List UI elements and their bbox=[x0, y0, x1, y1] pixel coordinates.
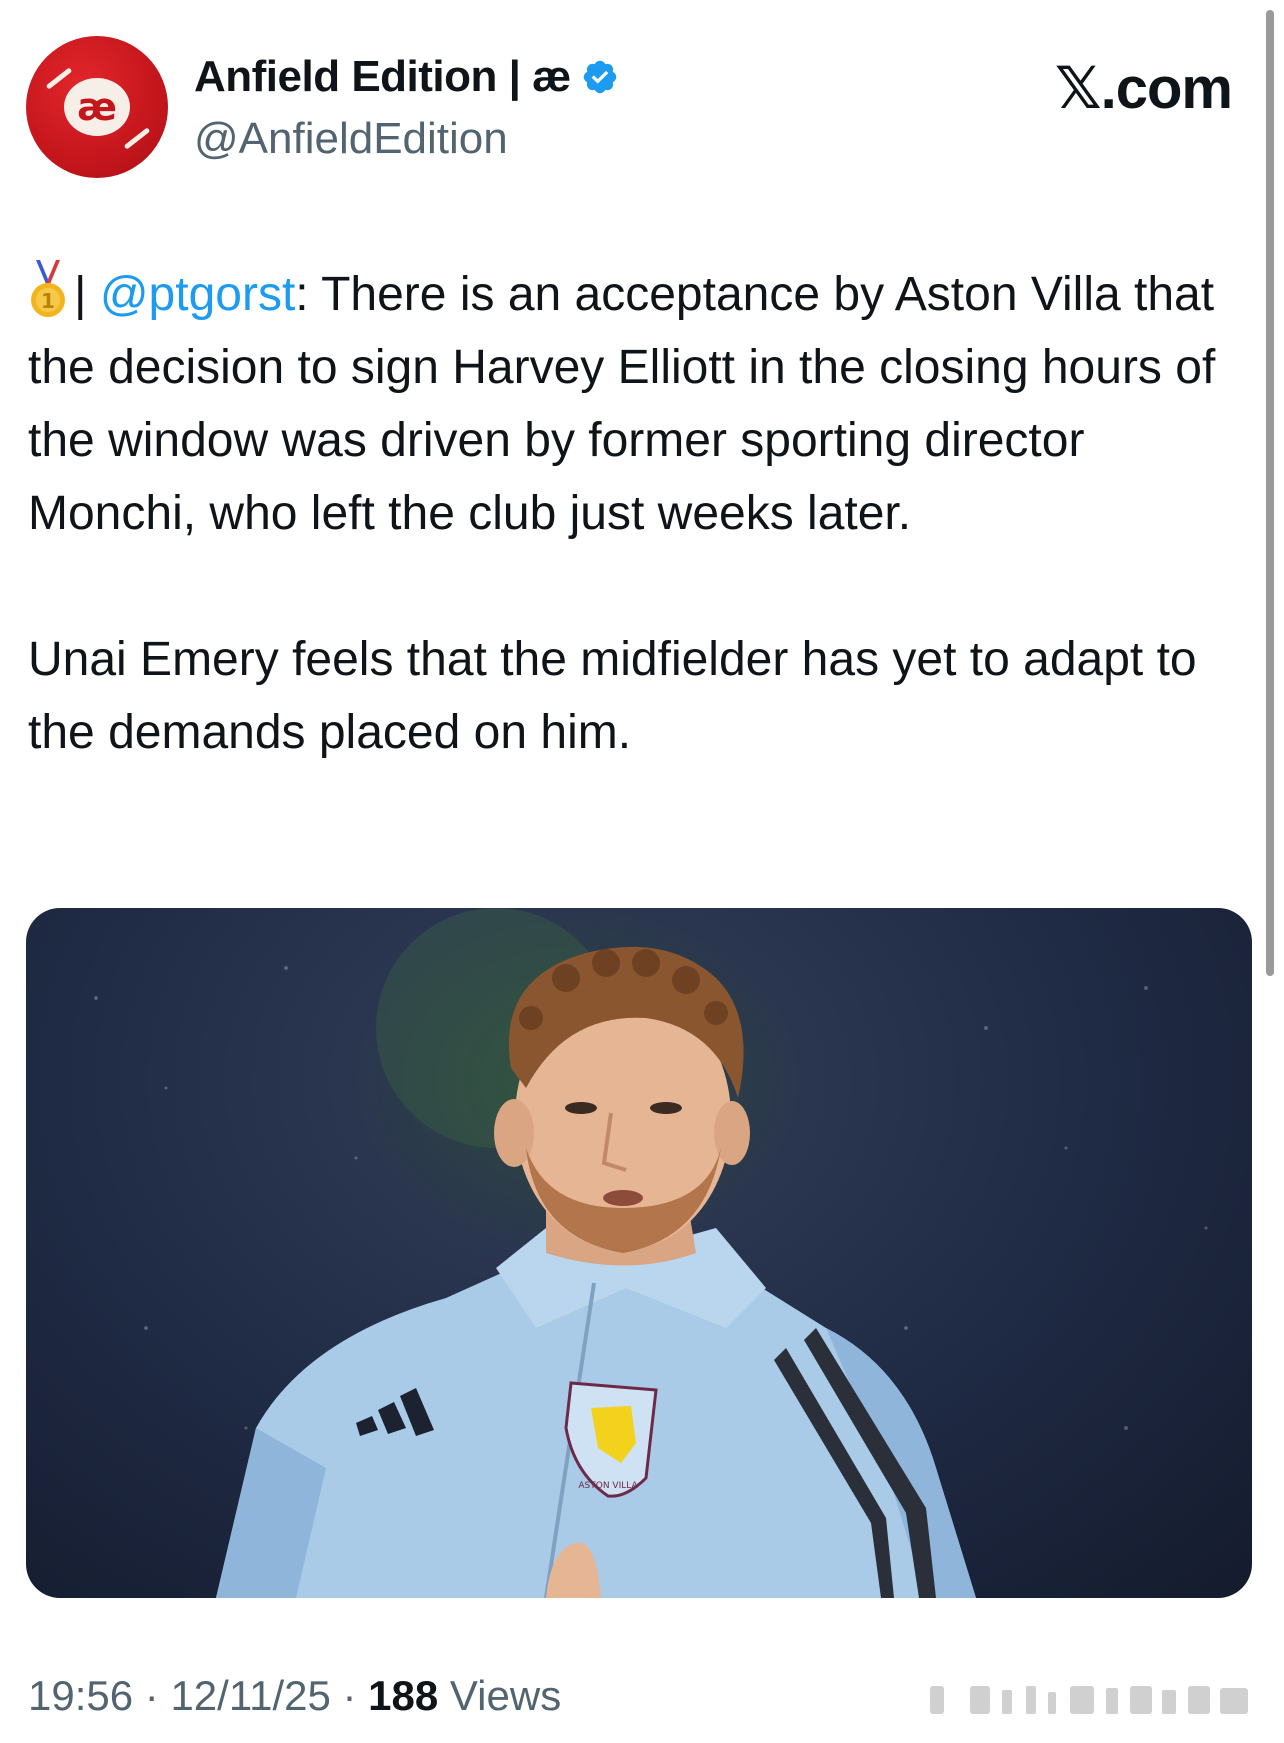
author-avatar[interactable]: æ bbox=[26, 36, 168, 178]
tweet-paragraph-1: 1 | @ptgorst: There is an acceptance by … bbox=[28, 258, 1228, 550]
tweet-photo[interactable]: ASTON VILLA bbox=[26, 908, 1252, 1598]
author-display-name[interactable]: Anfield Edition | æ bbox=[194, 52, 571, 102]
tweet-time[interactable]: 19:56 bbox=[28, 1672, 133, 1719]
author-name-row[interactable]: Anfield Edition | æ bbox=[194, 52, 619, 102]
player-photo-illustration: ASTON VILLA bbox=[94, 908, 1208, 1598]
meta-separator: · bbox=[144, 1672, 159, 1719]
tweet-separator: | bbox=[74, 268, 87, 321]
scrollbar[interactable] bbox=[1266, 10, 1274, 976]
views-count: 188 bbox=[368, 1672, 439, 1719]
avatar-logo: æ bbox=[64, 78, 130, 136]
tweet-date[interactable]: 12/11/25 bbox=[170, 1672, 330, 1719]
x-brand-logo: 𝕏.com bbox=[1054, 56, 1233, 121]
crest-text: ASTON VILLA bbox=[578, 1481, 638, 1491]
right-eye bbox=[650, 1102, 682, 1114]
tweet-meta: 19:56 · 12/11/25 · 188 Views bbox=[28, 1672, 561, 1720]
avatar-streak bbox=[45, 67, 73, 90]
tweet-screenshot: æ Anfield Edition | æ @AnfieldEdition 𝕏.… bbox=[0, 0, 1284, 1743]
mouth bbox=[603, 1190, 643, 1206]
meta-separator: · bbox=[342, 1672, 357, 1719]
author-handle[interactable]: @AnfieldEdition bbox=[194, 114, 508, 164]
tweet-text: 1 | @ptgorst: There is an acceptance by … bbox=[28, 258, 1228, 769]
mention-link[interactable]: @ptgorst bbox=[100, 268, 295, 321]
left-eye bbox=[565, 1102, 597, 1114]
avatar-streak bbox=[123, 127, 151, 150]
watermark-icon bbox=[930, 1686, 1248, 1714]
tweet-paragraph-2: Unai Emery feels that the midfielder has… bbox=[28, 633, 1197, 759]
verified-badge-icon bbox=[583, 60, 617, 94]
svg-text:1: 1 bbox=[41, 289, 55, 313]
gold-medal-icon: 1 bbox=[31, 260, 65, 317]
views-label: Views bbox=[449, 1672, 562, 1719]
